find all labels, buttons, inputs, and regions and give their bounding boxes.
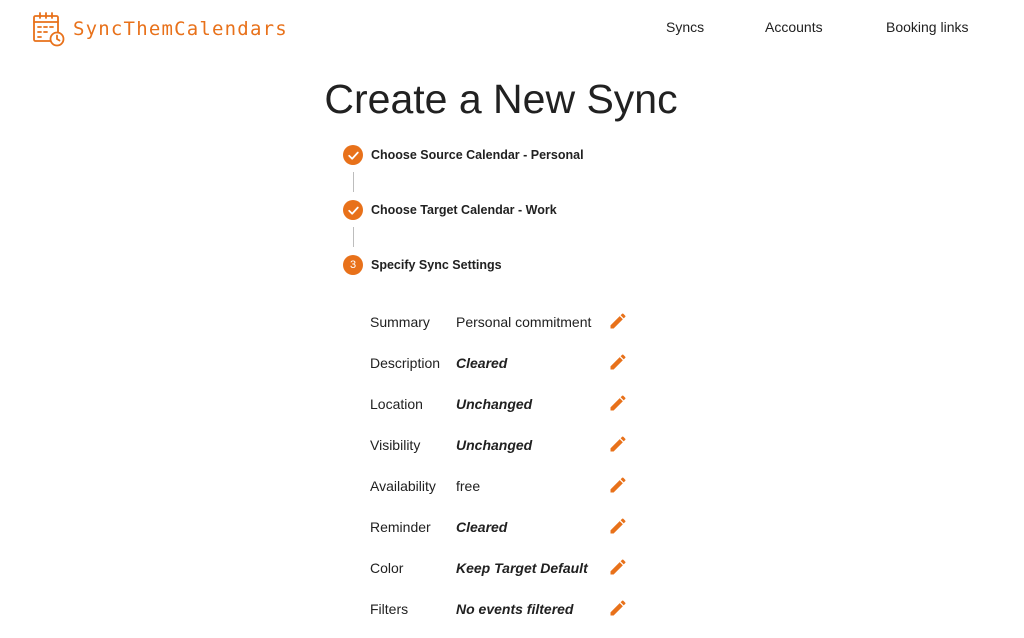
pencil-icon[interactable]	[608, 516, 628, 536]
pencil-icon[interactable]	[608, 352, 628, 372]
app-root: SyncThemCalendars Syncs Accounts Booking…	[0, 0, 1024, 638]
setting-value: Cleared	[456, 355, 508, 371]
pencil-icon[interactable]	[608, 557, 628, 577]
setting-value: Cleared	[456, 519, 508, 535]
setting-label: Summary	[370, 314, 430, 330]
setting-row-summary: Summary Personal commitment	[370, 310, 650, 334]
nav-link-booking-links[interactable]: Booking links	[886, 19, 969, 35]
step-completed-badge	[343, 200, 363, 220]
setting-row-description: Description Cleared	[370, 351, 650, 375]
setting-row-availability: Availability free	[370, 474, 650, 498]
pencil-icon[interactable]	[608, 434, 628, 454]
main-nav: Syncs Accounts Booking links	[0, 19, 1024, 39]
pencil-icon-graphic	[610, 313, 626, 329]
setting-value: Unchanged	[456, 437, 533, 453]
step-target-calendar[interactable]: Choose Target Calendar - Work	[343, 200, 703, 220]
check-icon	[347, 151, 359, 160]
pencil-icon-graphic	[610, 436, 626, 452]
setting-value: No events filtered	[456, 601, 574, 617]
setting-value: free	[456, 478, 481, 494]
step-completed-badge	[343, 145, 363, 165]
setting-label: Visibility	[370, 437, 421, 453]
step-connector	[352, 172, 354, 192]
top-header: SyncThemCalendars Syncs Accounts Booking…	[0, 0, 1024, 58]
pencil-icon[interactable]	[608, 311, 628, 331]
step-label: Choose Source Calendar - Personal	[371, 148, 584, 162]
step-sync-settings[interactable]: 3 Specify Sync Settings	[343, 255, 703, 275]
setting-label: Location	[370, 396, 423, 412]
pencil-icon[interactable]	[608, 475, 628, 495]
setting-label: Filters	[370, 601, 409, 617]
pencil-icon-graphic	[610, 559, 626, 575]
pencil-icon[interactable]	[608, 598, 628, 618]
setting-label: Reminder	[370, 519, 431, 535]
step-source-calendar[interactable]: Choose Source Calendar - Personal	[343, 145, 703, 165]
pencil-icon-graphic	[610, 395, 626, 411]
step-number: 3	[349, 258, 357, 271]
setting-label: Availability	[370, 478, 436, 494]
setting-row-color: Color Keep Target Default	[370, 556, 650, 580]
step-label: Choose Target Calendar - Work	[371, 203, 557, 217]
setting-value: Unchanged	[456, 396, 533, 412]
page-title: Create a New Sync	[324, 76, 678, 122]
pencil-icon-graphic	[610, 518, 626, 534]
step-number-badge: 3	[343, 255, 363, 275]
pencil-icon-graphic	[610, 477, 626, 493]
check-icon	[347, 206, 359, 215]
setting-value: Personal commitment	[456, 314, 592, 330]
step-connector	[352, 227, 354, 247]
setting-row-visibility: Visibility Unchanged	[370, 433, 650, 457]
nav-link-syncs[interactable]: Syncs	[666, 19, 704, 35]
setting-row-location: Location Unchanged	[370, 392, 650, 416]
setting-value: Keep Target Default	[456, 560, 588, 576]
setting-label: Description	[370, 355, 441, 371]
pencil-icon[interactable]	[608, 393, 628, 413]
pencil-icon-graphic	[610, 354, 626, 370]
nav-link-accounts[interactable]: Accounts	[765, 19, 823, 35]
step-label: Specify Sync Settings	[371, 258, 502, 272]
pencil-icon-graphic	[610, 600, 626, 616]
setting-label: Color	[370, 560, 404, 576]
setting-row-filters: Filters No events filtered	[370, 597, 650, 621]
setting-row-reminder: Reminder Cleared	[370, 515, 650, 539]
